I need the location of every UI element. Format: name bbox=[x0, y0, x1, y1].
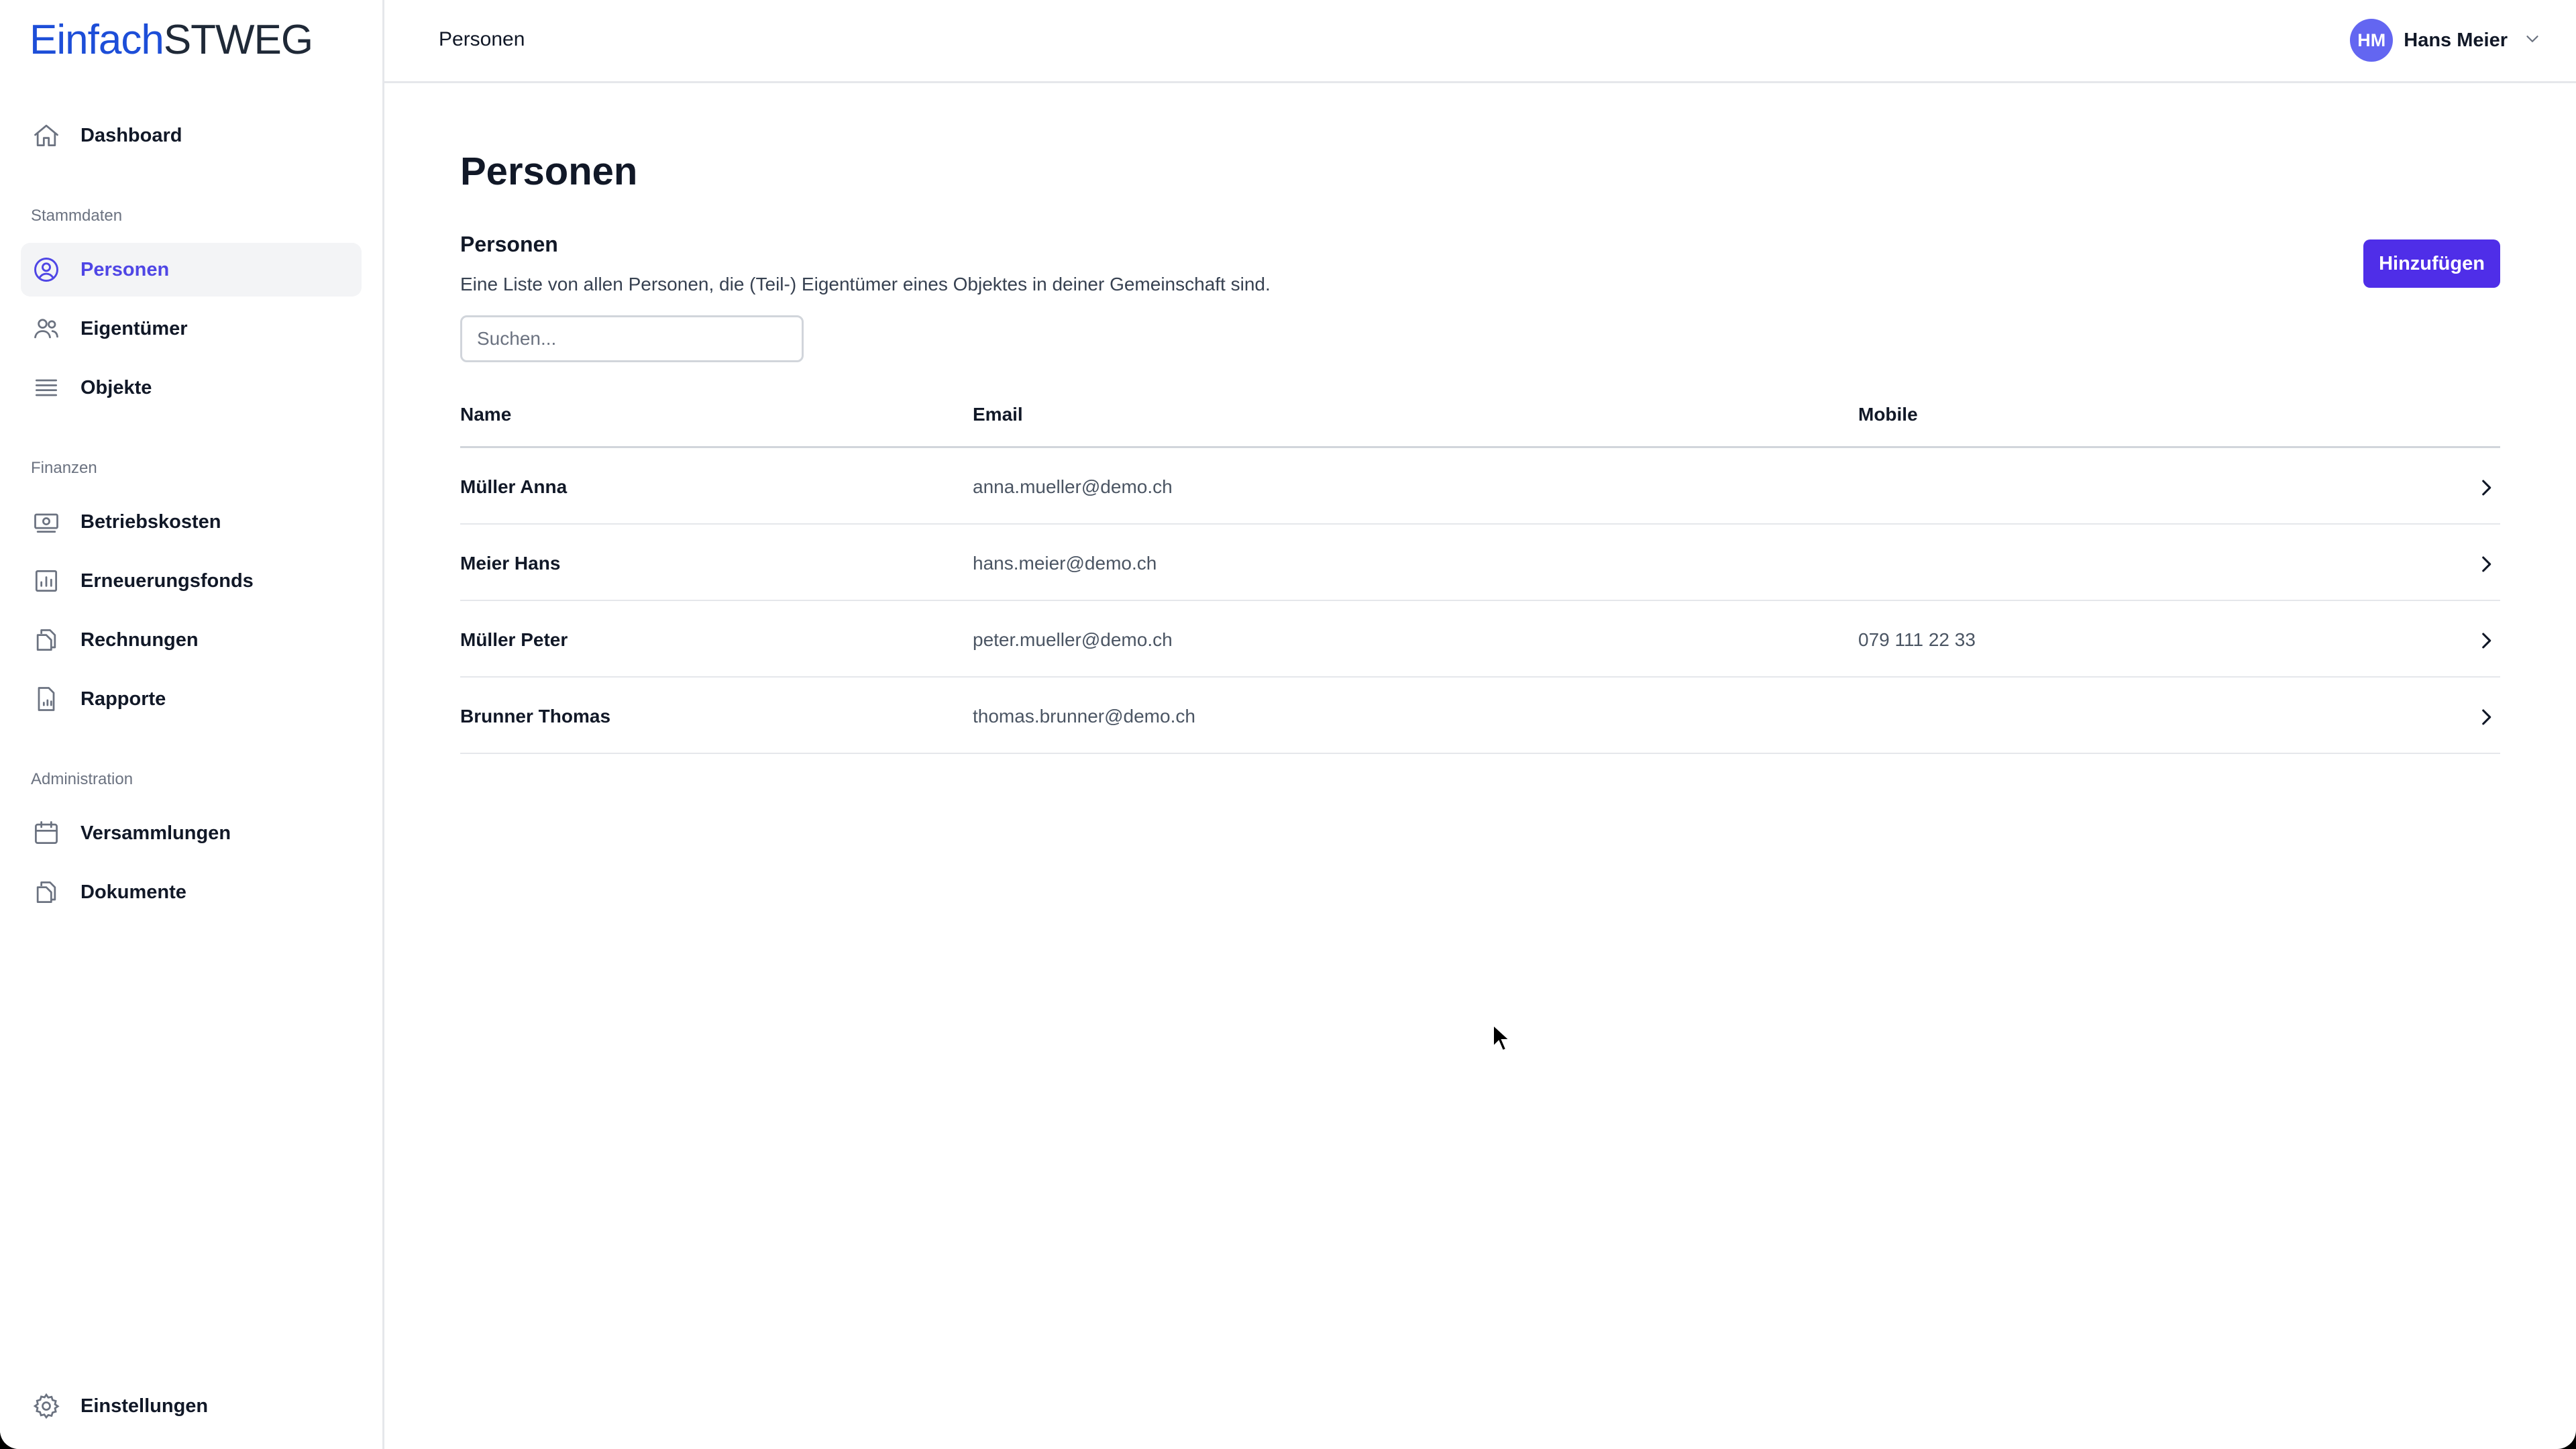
sidebar-item-label: Versammlungen bbox=[80, 822, 231, 844]
persons-table: Name Email Mobile Müller Anna anna.muell… bbox=[460, 390, 2500, 754]
chevron-right-icon[interactable] bbox=[2475, 476, 2498, 499]
cell-email: hans.meier@demo.ch bbox=[973, 553, 1157, 574]
list-icon bbox=[32, 373, 61, 402]
sidebar-item-label: Eigentümer bbox=[80, 317, 188, 339]
bar-chart-icon bbox=[32, 566, 61, 596]
column-header-name[interactable]: Name bbox=[460, 404, 511, 425]
sidebar-item-dashboard[interactable]: Dashboard bbox=[21, 109, 362, 162]
documents-icon bbox=[32, 877, 61, 907]
search-input[interactable] bbox=[460, 315, 804, 362]
section-description: Eine Liste von allen Personen, die (Teil… bbox=[460, 274, 1271, 294]
users-icon bbox=[32, 314, 61, 343]
column-header-mobile[interactable]: Mobile bbox=[1858, 404, 1918, 425]
cell-name: Meier Hans bbox=[460, 553, 561, 574]
sidebar-item-rechnungen[interactable]: Rechnungen bbox=[21, 613, 362, 667]
cell-name: Müller Anna bbox=[460, 476, 568, 497]
app-logo[interactable]: EinfachSTWEG bbox=[30, 15, 313, 66]
banknote-icon bbox=[32, 507, 61, 537]
sidebar-item-label: Erneuerungsfonds bbox=[80, 570, 254, 592]
user-circle-icon bbox=[32, 255, 61, 284]
table-row[interactable]: Meier Hans hans.meier@demo.ch bbox=[460, 525, 2500, 601]
sidebar-item-versammlungen[interactable]: Versammlungen bbox=[21, 806, 362, 860]
sidebar-item-personen[interactable]: Personen bbox=[21, 243, 362, 297]
sidebar-item-label: Objekte bbox=[80, 376, 152, 398]
sidebar-item-label: Einstellungen bbox=[80, 1395, 209, 1417]
sidebar-item-label: Personen bbox=[80, 258, 170, 280]
sidebar-item-label: Dokumente bbox=[80, 881, 186, 903]
sidebar-item-label: Dashboard bbox=[80, 124, 182, 146]
sidebar-item-erneuerungsfonds[interactable]: Erneuerungsfonds bbox=[21, 554, 362, 608]
table-row[interactable]: Müller Anna anna.mueller@demo.ch bbox=[460, 448, 2500, 525]
cell-email: peter.mueller@demo.ch bbox=[973, 629, 1173, 650]
cell-email: anna.mueller@demo.ch bbox=[973, 476, 1173, 497]
sidebar-item-label: Betriebskosten bbox=[80, 511, 221, 533]
documents-icon bbox=[32, 625, 61, 655]
cell-mobile: 079 111 22 33 bbox=[1858, 629, 1976, 650]
chevron-right-icon[interactable] bbox=[2475, 706, 2498, 729]
column-header-email[interactable]: Email bbox=[973, 404, 1023, 425]
mouse-cursor-icon bbox=[1493, 1024, 1511, 1052]
page-title: Personen bbox=[460, 150, 638, 193]
breadcrumb[interactable]: Personen bbox=[439, 28, 525, 51]
sidebar-item-dokumente[interactable]: Dokumente bbox=[21, 865, 362, 919]
add-person-button[interactable]: Hinzufügen bbox=[2363, 239, 2500, 288]
chevron-right-icon[interactable] bbox=[2475, 553, 2498, 576]
sidebar-item-betriebskosten[interactable]: Betriebskosten bbox=[21, 495, 362, 549]
app-window: EinfachSTWEG Dashboard Stammdaten Person… bbox=[0, 0, 2576, 1449]
home-icon bbox=[32, 121, 61, 150]
user-name: Hans Meier bbox=[2404, 29, 2508, 51]
sidebar-item-einstellungen[interactable]: Einstellungen bbox=[21, 1379, 362, 1433]
sidebar-item-label: Rechnungen bbox=[80, 629, 199, 651]
table-row[interactable]: Brunner Thomas thomas.brunner@demo.ch bbox=[460, 678, 2500, 754]
sidebar-item-rapporte[interactable]: Rapporte bbox=[21, 672, 362, 726]
report-icon bbox=[32, 684, 61, 714]
section-label-finanzen: Finanzen bbox=[31, 459, 97, 477]
cell-name: Müller Peter bbox=[460, 629, 568, 650]
sidebar-item-eigentuemer[interactable]: Eigentümer bbox=[21, 302, 362, 356]
cell-name: Brunner Thomas bbox=[460, 706, 611, 727]
logo-part-stweg: STWEG bbox=[163, 17, 313, 63]
calendar-icon bbox=[32, 818, 61, 848]
sidebar: EinfachSTWEG Dashboard Stammdaten Person… bbox=[0, 0, 384, 1449]
table-header: Name Email Mobile bbox=[460, 390, 2500, 448]
avatar: HM bbox=[2350, 19, 2394, 62]
chevron-right-icon[interactable] bbox=[2475, 629, 2498, 652]
sidebar-item-objekte[interactable]: Objekte bbox=[21, 361, 362, 415]
section-label-stammdaten: Stammdaten bbox=[31, 207, 123, 225]
sidebar-item-label: Rapporte bbox=[80, 688, 166, 710]
section-title: Personen bbox=[460, 232, 558, 256]
table-row[interactable]: Müller Peter peter.mueller@demo.ch 079 1… bbox=[460, 601, 2500, 678]
user-menu[interactable]: HM Hans Meier bbox=[2350, 19, 2542, 62]
cell-email: thomas.brunner@demo.ch bbox=[973, 706, 1195, 727]
section-label-administration: Administration bbox=[31, 770, 133, 788]
chevron-down-icon bbox=[2522, 29, 2542, 52]
logo-part-einfach: Einfach bbox=[30, 17, 164, 63]
top-bar: Personen HM Hans Meier bbox=[384, 0, 2576, 83]
gear-icon bbox=[32, 1391, 61, 1421]
